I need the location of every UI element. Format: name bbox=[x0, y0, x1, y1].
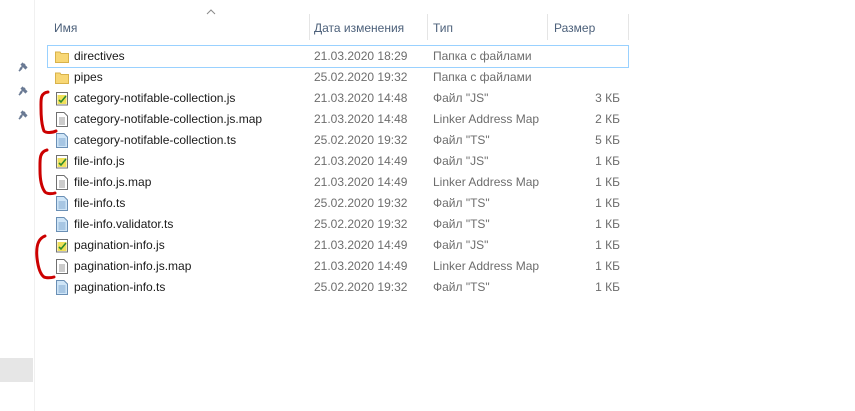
file-size: 1 КБ bbox=[595, 280, 620, 294]
file-name: category-notifable-collection.js.map bbox=[74, 112, 263, 126]
file-date: 25.02.2020 19:32 bbox=[314, 280, 408, 294]
file-row[interactable]: file-info.ts 25.02.2020 19:32 Файл "TS" 1 К… bbox=[48, 193, 628, 214]
file-type: Linker Address Map bbox=[433, 175, 540, 189]
file-date: 25.02.2020 19:32 bbox=[314, 133, 408, 147]
file-name: category-notifable-collection.ts bbox=[74, 133, 237, 147]
js-file-icon bbox=[55, 238, 69, 253]
file-name: pagination-info.ts bbox=[74, 280, 166, 294]
file-type: Файл "JS" bbox=[433, 238, 489, 252]
file-type: Файл "TS" bbox=[433, 217, 490, 231]
file-type: Файл "JS" bbox=[433, 91, 489, 105]
file-date: 21.03.2020 14:49 bbox=[314, 154, 408, 168]
file-row[interactable]: category-notifable-collection.ts 25.02.20… bbox=[48, 130, 628, 151]
navigation-pane bbox=[0, 0, 35, 411]
column-header-date[interactable]: Дата изменения bbox=[314, 21, 404, 35]
file-date: 25.02.2020 19:32 bbox=[314, 196, 408, 210]
file-row[interactable]: category-notifable-collection.js 21.03.20… bbox=[48, 88, 628, 109]
sort-ascending-icon bbox=[206, 9, 216, 15]
file-size: 1 КБ bbox=[595, 238, 620, 252]
file-date: 21.03.2020 14:48 bbox=[314, 91, 408, 105]
file-name: directives bbox=[74, 49, 125, 63]
column-divider[interactable] bbox=[309, 14, 310, 40]
pin-icon[interactable] bbox=[16, 84, 30, 98]
scrollbar-thumb[interactable] bbox=[0, 358, 33, 382]
file-date: 21.03.2020 14:49 bbox=[314, 175, 408, 189]
pin-icon[interactable] bbox=[16, 60, 30, 74]
file-name: category-notifable-collection.js bbox=[74, 91, 236, 105]
file-row[interactable]: directives 21.03.2020 18:29 Папка с файлам… bbox=[47, 45, 629, 68]
file-size: 1 КБ bbox=[595, 175, 620, 189]
file-size: 1 КБ bbox=[595, 217, 620, 231]
file-size: 5 КБ bbox=[595, 133, 620, 147]
folder-icon bbox=[55, 70, 69, 85]
file-name: pipes bbox=[74, 70, 103, 84]
js-file-icon bbox=[55, 154, 69, 169]
file-list: directives 21.03.2020 18:29 Папка с файлам… bbox=[47, 45, 629, 298]
column-header-size[interactable]: Размер bbox=[554, 21, 595, 35]
column-divider[interactable] bbox=[628, 14, 629, 40]
file-type: Папка с файлами bbox=[433, 49, 532, 63]
file-type: Linker Address Map bbox=[433, 112, 540, 126]
file-date: 25.02.2020 19:32 bbox=[314, 217, 408, 231]
file-name: pagination-info.js bbox=[74, 238, 165, 252]
file-date: 21.03.2020 14:48 bbox=[314, 112, 408, 126]
map-file-icon bbox=[55, 175, 69, 190]
file-type: Linker Address Map bbox=[433, 259, 540, 273]
file-row[interactable]: file-info.js 21.03.2020 14:49 Файл "JS" 1 К… bbox=[48, 151, 628, 172]
ts-file-icon bbox=[55, 196, 69, 211]
file-size: 2 КБ bbox=[595, 112, 620, 126]
file-type: Файл "JS" bbox=[433, 154, 489, 168]
file-size: 1 КБ bbox=[595, 196, 620, 210]
file-type: Файл "TS" bbox=[433, 280, 490, 294]
file-name: file-info.js bbox=[74, 154, 125, 168]
file-date: 21.03.2020 14:49 bbox=[314, 259, 408, 273]
file-date: 25.02.2020 19:32 bbox=[314, 70, 408, 84]
file-size: 1 КБ bbox=[595, 154, 620, 168]
pin-icon[interactable] bbox=[16, 108, 30, 122]
file-date: 21.03.2020 14:49 bbox=[314, 238, 408, 252]
file-type: Файл "TS" bbox=[433, 196, 490, 210]
file-row[interactable]: pagination-info.ts 25.02.2020 19:32 Файл "… bbox=[48, 277, 628, 298]
ts-file-icon bbox=[55, 280, 69, 295]
js-file-icon bbox=[55, 91, 69, 106]
column-divider[interactable] bbox=[427, 14, 428, 40]
file-size: 1 КБ bbox=[595, 259, 620, 273]
file-name: file-info.ts bbox=[74, 196, 126, 210]
column-header: Имя Дата изменения Тип Размер bbox=[34, 0, 855, 40]
map-file-icon bbox=[55, 112, 69, 127]
ts-file-icon bbox=[55, 217, 69, 232]
map-file-icon bbox=[55, 259, 69, 274]
column-header-name[interactable]: Имя bbox=[54, 21, 77, 35]
file-row[interactable]: pagination-info.js.map 21.03.2020 14:49 Li… bbox=[48, 256, 628, 277]
file-type: Папка с файлами bbox=[433, 70, 532, 84]
file-type: Файл "TS" bbox=[433, 133, 490, 147]
file-size: 3 КБ bbox=[595, 91, 620, 105]
file-name: pagination-info.js.map bbox=[74, 259, 192, 273]
file-row[interactable]: pipes 25.02.2020 19:32 Папка с файлами bbox=[48, 67, 628, 88]
folder-icon bbox=[55, 49, 69, 64]
file-date: 21.03.2020 18:29 bbox=[314, 49, 408, 63]
file-row[interactable]: pagination-info.js 21.03.2020 14:49 Файл "… bbox=[48, 235, 628, 256]
column-header-type[interactable]: Тип bbox=[433, 21, 453, 35]
file-row[interactable]: category-notifable-collection.js.map 21.0… bbox=[48, 109, 628, 130]
column-divider[interactable] bbox=[547, 14, 548, 40]
file-name: file-info.js.map bbox=[74, 175, 152, 189]
file-row[interactable]: file-info.validator.ts 25.02.2020 19:32 Фа… bbox=[48, 214, 628, 235]
file-row[interactable]: file-info.js.map 21.03.2020 14:49 Linker A… bbox=[48, 172, 628, 193]
file-name: file-info.validator.ts bbox=[74, 217, 174, 231]
ts-file-icon bbox=[55, 133, 69, 148]
